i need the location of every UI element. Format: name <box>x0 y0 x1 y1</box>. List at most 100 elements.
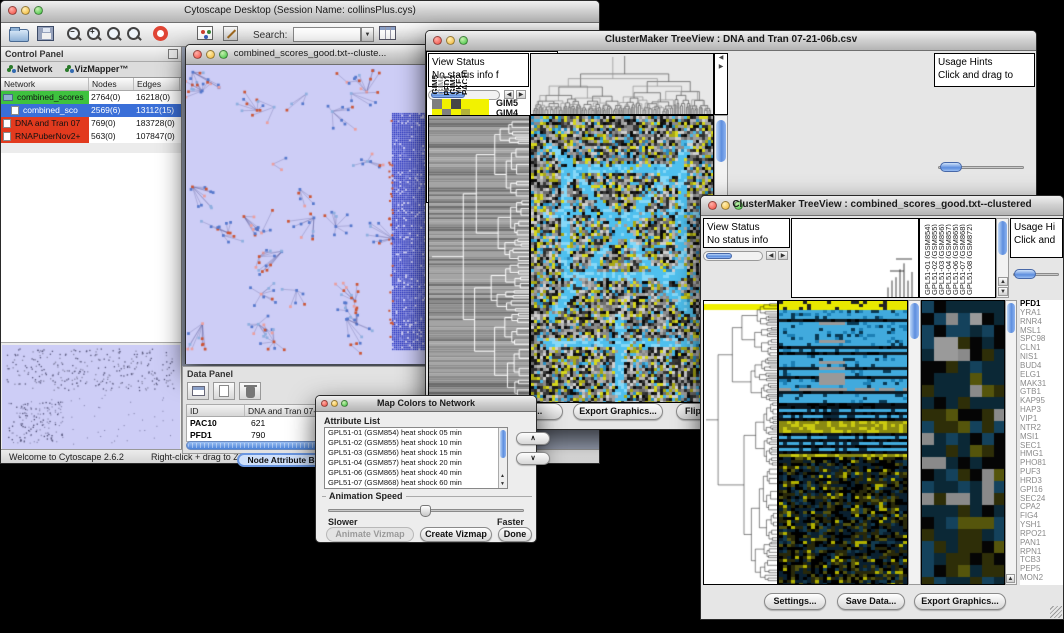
panel-tab[interactable]: VizMapper™ <box>59 62 135 77</box>
scroll-down-arrow[interactable]: ▼ <box>500 481 505 487</box>
dialog-titlebar[interactable]: Map Colors to Network <box>316 396 536 412</box>
labels-vscrollbar[interactable]: ▲ ▼ <box>996 218 1009 298</box>
gene-list-scrollbar[interactable]: ▲ <box>1005 300 1017 585</box>
network-graph-canvas[interactable] <box>186 65 434 364</box>
mini-left-arrow[interactable]: ◀ <box>715 54 727 63</box>
resize-grip[interactable] <box>1050 606 1062 618</box>
move-down-button[interactable]: ∨ <box>516 452 550 465</box>
treeview2-hscrollbar[interactable]: ◀ ▶ <box>703 250 790 262</box>
create-vizmap-button[interactable]: Create Vizmap <box>420 527 492 542</box>
heatmap-pane[interactable] <box>778 300 908 585</box>
col-id[interactable]: ID <box>187 405 245 416</box>
scroll-thumb[interactable] <box>1007 303 1015 333</box>
view-status-heading: View Status <box>707 221 786 234</box>
col-nodes[interactable]: Nodes <box>89 78 134 90</box>
scroll-up-arrow[interactable]: ▲ <box>998 277 1008 286</box>
network-row[interactable]: combined_sco 2569(6) 13112(15) <box>1 104 181 117</box>
attribute-item[interactable]: GPL51-07 (GSM868) heat shock 60 min <box>325 478 507 488</box>
treeview-button[interactable]: Export Graphics... <box>573 403 663 420</box>
close-button[interactable] <box>708 201 717 210</box>
scroll-left-arrow[interactable]: ◀ <box>766 251 776 260</box>
select-attributes-icon[interactable] <box>187 382 209 400</box>
scroll-thumb[interactable] <box>716 120 726 162</box>
zoom-in-icon[interactable]: + <box>85 26 102 43</box>
float-panel-icon[interactable] <box>168 49 178 59</box>
scroll-thumb[interactable] <box>910 303 919 339</box>
heatmap-vscrollbar[interactable] <box>908 300 921 585</box>
slider-thumb[interactable] <box>420 505 431 517</box>
scroll-up-arrow[interactable]: ▲ <box>1006 574 1015 583</box>
col-edges[interactable]: Edges <box>134 78 180 90</box>
scroll-thumb[interactable] <box>998 221 1007 255</box>
done-button[interactable]: Done <box>498 527 532 542</box>
attribute-item[interactable]: GPL51-04 (GSM857) heat shock 20 min <box>325 458 507 468</box>
column-dendrogram-pane[interactable] <box>530 53 714 115</box>
usage-hints-heading: Usage Hi <box>1014 221 1059 234</box>
delete-attribute-icon[interactable] <box>239 382 261 400</box>
network-row[interactable]: RNAPuberNov2+ 563(0) 107847(0) <box>1 130 181 143</box>
minimize-button[interactable] <box>721 201 730 210</box>
network-row[interactable]: DNA and Tran 07 769(0) 183728(0) <box>1 117 181 130</box>
col-network[interactable]: Network <box>1 78 89 90</box>
mini-scroll-strip[interactable]: ◀▶ <box>714 53 728 115</box>
minimize-button[interactable] <box>206 50 215 59</box>
save-session-icon[interactable] <box>37 26 54 41</box>
new-attribute-icon[interactable] <box>213 382 235 400</box>
scroll-thumb[interactable] <box>706 253 732 259</box>
close-button[interactable] <box>8 6 17 15</box>
gene-label[interactable]: MON2 <box>1020 574 1063 583</box>
zoom-out-icon[interactable]: − <box>65 26 82 43</box>
animate-vizmap-button[interactable]: Animate Vizmap <box>326 527 414 542</box>
treeview-button[interactable]: Export Graphics... <box>914 593 1006 610</box>
heatmap-pane[interactable] <box>530 115 714 403</box>
map-colors-dialog: Map Colors to Network Attribute List GPL… <box>315 395 537 543</box>
zoom-selected-icon[interactable]: ▫ <box>125 26 142 43</box>
treeview-button[interactable]: Save Data... <box>837 593 905 610</box>
attribute-item[interactable]: GPL51-01 (GSM854) heat shock 05 min <box>325 428 507 438</box>
slower-label: Slower <box>328 517 358 527</box>
open-session-icon[interactable] <box>9 29 29 42</box>
network-tab-icon <box>7 68 11 72</box>
treeview1-zoom-slider[interactable] <box>938 161 1024 173</box>
treeview-button[interactable]: Settings... <box>764 593 826 610</box>
scroll-thumb[interactable] <box>500 430 506 458</box>
minimize-button[interactable] <box>21 6 30 15</box>
attribute-list-scrollbar[interactable]: ▲ ▼ <box>498 428 507 488</box>
column-dendrogram-pane[interactable] <box>791 218 919 298</box>
edit-icon[interactable] <box>223 26 238 41</box>
vizmapper-icon[interactable] <box>197 26 213 40</box>
main-titlebar[interactable]: Cytoscape Desktop (Session Name: collins… <box>1 1 599 23</box>
birds-eye-view[interactable] <box>2 345 180 449</box>
row-dendrogram-pane[interactable] <box>703 300 778 585</box>
search-input[interactable] <box>293 27 361 42</box>
network-view-titlebar[interactable]: combined_scores_good.txt--cluste... <box>186 45 434 65</box>
attribute-list[interactable]: GPL51-01 (GSM854) heat shock 05 minGPL51… <box>324 427 508 489</box>
scroll-up-arrow[interactable]: ▲ <box>500 473 505 479</box>
minimize-button[interactable] <box>331 400 338 407</box>
treeview1-title: ClusterMaker TreeView : DNA and Tran 07-… <box>456 34 1006 45</box>
slider-thumb[interactable] <box>940 162 962 172</box>
usage-hints-panel: Usage Hi Click and <box>1010 218 1063 258</box>
row-dendrogram-pane[interactable] <box>428 115 530 403</box>
scroll-right-arrow[interactable]: ▶ <box>778 251 788 260</box>
scroll-down-arrow[interactable]: ▼ <box>998 287 1008 296</box>
panel-tab[interactable]: Network <box>1 62 59 77</box>
close-button[interactable] <box>193 50 202 59</box>
mini-right-arrow[interactable]: ▶ <box>715 63 727 72</box>
attribute-item[interactable]: GPL51-03 (GSM856) heat shock 15 min <box>325 448 507 458</box>
zoom-fit-icon[interactable] <box>105 26 122 43</box>
zoom-heatmap-pane[interactable] <box>921 300 1005 585</box>
slider-thumb[interactable] <box>1014 269 1036 279</box>
attribute-browser-icon[interactable] <box>379 26 396 40</box>
attribute-item[interactable]: GPL51-02 (GSM855) heat shock 10 min <box>325 438 507 448</box>
treeview2-zoom-slider[interactable] <box>1013 268 1059 280</box>
attribute-item[interactable]: GPL51-06 (GSM865) heat shock 40 min <box>325 468 507 478</box>
animation-speed-slider[interactable] <box>328 504 524 518</box>
help-lifesaver-icon[interactable] <box>153 26 168 41</box>
close-button[interactable] <box>321 400 328 407</box>
treeview2-titlebar[interactable]: ClusterMaker TreeView : combined_scores_… <box>701 196 1063 216</box>
treeview1-titlebar[interactable]: ClusterMaker TreeView : DNA and Tran 07-… <box>426 31 1036 51</box>
search-dropdown-arrow[interactable]: ▼ <box>361 27 374 42</box>
network-row[interactable]: combined_scores 2764(0) 16218(0) <box>1 91 181 104</box>
move-up-button[interactable]: ∧ <box>516 432 550 445</box>
